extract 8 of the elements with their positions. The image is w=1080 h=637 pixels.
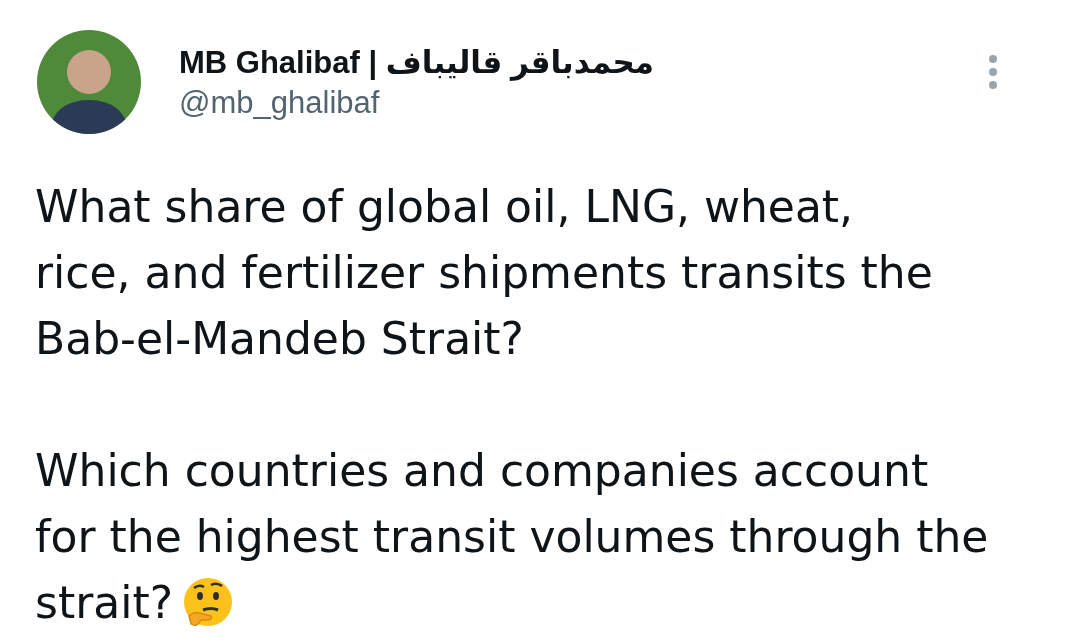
tweet-text-line: strait?	[35, 576, 174, 630]
tweet-text-line: What share of global oil, LNG, wheat,	[35, 180, 854, 234]
tweet-text-line: rice, and fertilizer shipments transits the	[35, 246, 933, 300]
tweet-text-line: Which countries and companies account	[35, 444, 929, 498]
tweet-text-line: for the highest transit volumes through the	[35, 510, 989, 564]
author-handle[interactable]: @mb_ghalibaf	[179, 84, 986, 121]
author-name[interactable]: MB Ghalibaf | محمدباقر قالیباف	[179, 43, 986, 81]
tweet-text-line: Bab-el-Mandeb Strait?	[35, 312, 524, 366]
